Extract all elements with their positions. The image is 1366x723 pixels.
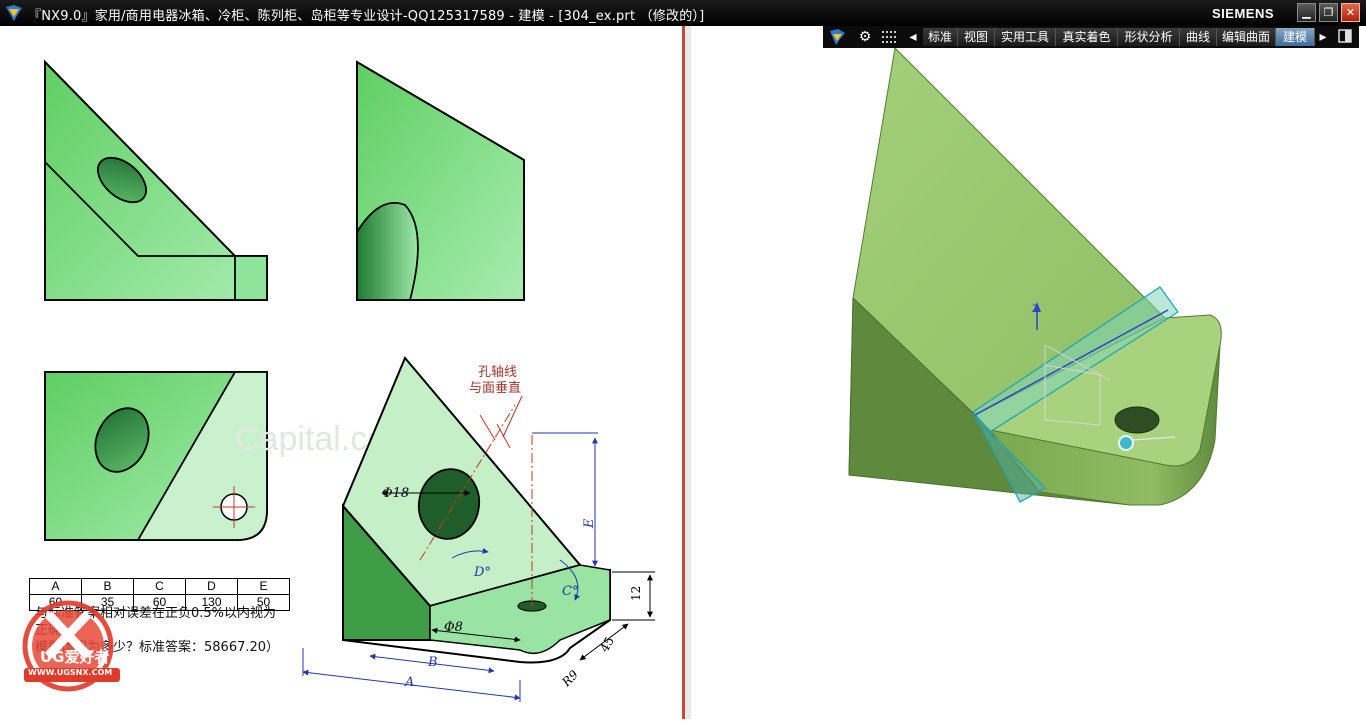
dim-e-label: E [582, 518, 597, 529]
tab-shape-analysis[interactable]: 形状分析 [1118, 28, 1180, 46]
dim-a-label: A [404, 675, 414, 690]
restore-button[interactable]: ❐ [1319, 3, 1338, 22]
annotation-line2: 与面垂直 [469, 381, 522, 396]
solid-body[interactable] [848, 46, 1222, 506]
dim-b-label: B [427, 655, 438, 670]
side-view [356, 60, 525, 301]
dim-c-label: C° [562, 584, 578, 599]
minimize-button[interactable]: ▁ [1297, 3, 1316, 22]
dim-hole-label: Φ18 [382, 486, 409, 501]
nx-logo-icon[interactable] [827, 27, 847, 47]
tab-true-shading[interactable]: 真实着色 [1056, 28, 1118, 46]
table-header-row: A B C D E [29, 578, 290, 595]
3d-model-view[interactable]: Z [691, 46, 1366, 719]
table-header-cell: D [185, 578, 238, 595]
front-view [44, 59, 268, 301]
graphics-viewport[interactable]: Z [691, 46, 1366, 719]
grid-menu-icon[interactable] [879, 27, 899, 47]
logo-url: WWW.UGSNX.COM [28, 668, 113, 677]
siemens-logo: SIEMENS [1212, 6, 1275, 21]
tab-curve[interactable]: 曲线 [1180, 28, 1217, 46]
toolbar-options-icon[interactable] [1334, 27, 1356, 47]
dim-d-label: D° [473, 565, 491, 580]
close-button[interactable]: ✕ [1341, 3, 1360, 22]
scroll-right-icon[interactable]: ▸ [1316, 27, 1330, 47]
tab-standard[interactable]: 标准 [923, 28, 958, 46]
window-title: 『NX9.0』家用/商用电器冰箱、冷柜、陈列柜、岛柜等专业设计-QQ125317… [28, 9, 705, 24]
dim-r9-label: R9 [559, 667, 582, 690]
dim-small-hole-label: Φ8 [444, 620, 463, 635]
tab-utilities[interactable]: 实用工具 [995, 28, 1056, 46]
dim-45-label: 45 [597, 634, 617, 654]
dim-12-label: 12 [629, 586, 643, 601]
ugsnx-logo: UG爱好者 WWW.UGSNX.COM [10, 600, 130, 692]
title-bar: 『NX9.0』家用/商用电器冰箱、冷柜、陈列柜、岛柜等专业设计-QQ125317… [0, 0, 1366, 26]
isometric-view: Φ18 Φ8 B A E 12 45 R9 D° C° [302, 356, 655, 702]
scroll-left-icon[interactable]: ◂ [907, 27, 919, 47]
table-header-cell: B [81, 578, 134, 595]
table-header-cell: A [29, 578, 82, 595]
tab-view[interactable]: 视图 [958, 28, 995, 46]
logo-text: UG爱好者 [40, 648, 110, 666]
resource-toolbar: ⚙ ◂ 标准 视图 实用工具 真实着色 形状分析 曲线 编辑曲面 建模 ▸ [823, 26, 1359, 48]
table-header-cell: E [237, 578, 290, 595]
tab-edit-surface[interactable]: 编辑曲面 [1217, 28, 1276, 46]
z-axis-label: Z [1032, 303, 1039, 315]
tab-modeling[interactable]: 建模 [1276, 28, 1315, 46]
gear-icon[interactable]: ⚙ [855, 27, 875, 47]
nx-app-icon[interactable] [4, 4, 24, 22]
table-header-cell: C [133, 578, 186, 595]
